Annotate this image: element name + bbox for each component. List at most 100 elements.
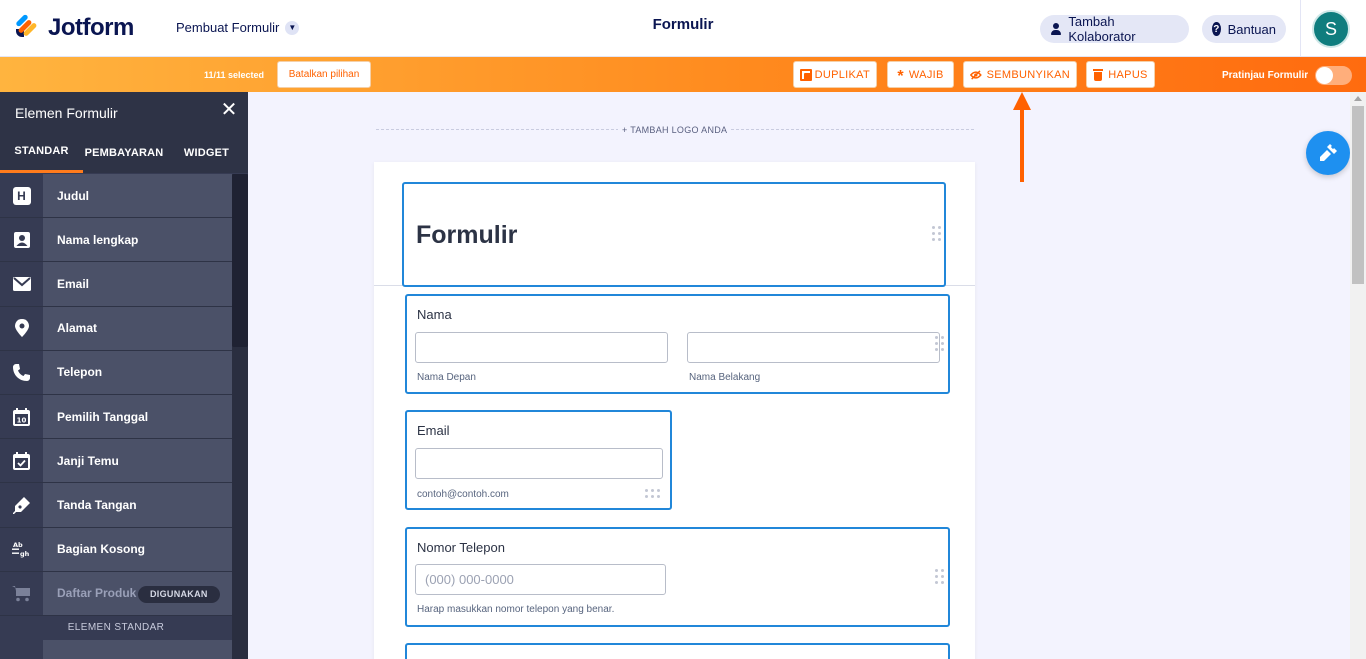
scroll-up-icon[interactable]: [1354, 96, 1362, 101]
last-name-input[interactable]: [687, 332, 940, 363]
phone-field[interactable]: Nomor Telepon (000) 000-0000 Harap masuk…: [405, 527, 950, 627]
email-field[interactable]: Email contoh@contoh.com: [405, 410, 672, 510]
eye-slash-icon: [970, 69, 982, 80]
sidebar-section-label: ELEMEN STANDAR: [0, 615, 232, 640]
calendar-check-icon: [0, 439, 43, 483]
person-icon: [1050, 23, 1062, 35]
sidebar-item-tanda-tangan[interactable]: Tanda Tangan: [0, 483, 232, 528]
phone-field-label: Nomor Telepon: [417, 540, 505, 555]
location-pin-icon: [0, 306, 43, 350]
sidebar-item-label: Email: [57, 276, 90, 291]
selection-toolbar: 11/11 selected Batalkan pilihan DUPLIKAT…: [0, 57, 1366, 92]
sidebar-title: Elemen Formulir: [15, 105, 118, 121]
phone-icon: [0, 350, 43, 394]
help-button[interactable]: ? Bantuan: [1202, 15, 1286, 43]
help-icon: ?: [1212, 22, 1221, 36]
heading-field[interactable]: Formulir: [402, 182, 946, 287]
sidebar-item-label: Nama lengkap: [57, 232, 139, 247]
chevron-down-icon: ▼: [285, 20, 300, 35]
hide-button[interactable]: SEMBUNYIKAN: [963, 61, 1077, 88]
heading-icon: H: [0, 174, 43, 218]
tab-widget[interactable]: WIDGET: [165, 132, 248, 173]
sidebar-tabs: STANDAR PEMBAYARAN WIDGET: [0, 132, 248, 173]
sidebar-item-nama-lengkap[interactable]: Nama lengkap: [0, 218, 232, 263]
trash-icon: [1093, 68, 1104, 81]
sidebar-item-label: Tanda Tangan: [57, 497, 137, 512]
sidebar-item-label: Telepon: [57, 365, 103, 380]
drag-handle-icon[interactable]: [935, 569, 945, 584]
svg-text:Ab: Ab: [13, 541, 23, 549]
sidebar-header: Elemen Formulir ✕: [0, 92, 248, 132]
preview-toggle[interactable]: [1315, 66, 1352, 85]
sidebar-item-pemilih-tanggal[interactable]: 10 Pemilih Tanggal: [0, 394, 232, 440]
in-use-badge: DIGUNAKAN: [138, 585, 220, 603]
last-name-sublabel: Nama Belakang: [689, 372, 761, 383]
sidebar-item-label: Alamat: [57, 321, 98, 336]
phone-input[interactable]: (000) 000-0000: [415, 564, 666, 595]
email-input[interactable]: [415, 448, 663, 479]
help-label: Bantuan: [1227, 21, 1276, 37]
envelope-icon: [0, 262, 43, 306]
drag-handle-icon[interactable]: [935, 336, 945, 351]
sidebar-scrollbar-thumb[interactable]: [232, 174, 248, 347]
contact-card-icon: [0, 218, 43, 262]
svg-text:10: 10: [17, 416, 27, 424]
jotform-logo-icon: [14, 13, 40, 41]
tab-standar[interactable]: STANDAR: [0, 132, 83, 173]
sidebar-item-partial[interactable]: [0, 639, 232, 659]
phone-sublabel: Harap masukkan nomor telepon yang benar.: [417, 604, 615, 615]
sidebar-item-label: Bagian Kosong: [57, 542, 146, 557]
sidebar-item-telepon[interactable]: Telepon: [0, 350, 232, 395]
blank-text-icon: Ab gh: [0, 527, 43, 571]
sidebar-item-daftar-produk[interactable]: Daftar Produk DIGUNAKAN: [0, 571, 232, 616]
paint-roller-icon: [1320, 144, 1337, 161]
required-label: WAJIB: [908, 68, 944, 81]
name-field[interactable]: Nama Nama Depan Nama Belakang: [405, 294, 950, 394]
next-item-icon: [0, 639, 43, 659]
duplicate-label: DUPLIKAT: [814, 68, 870, 81]
add-collaborator-button[interactable]: Tambah Kolaborator: [1040, 14, 1189, 44]
form-elements-sidebar: Elemen Formulir ✕ STANDAR PEMBAYARAN WID…: [0, 92, 248, 659]
form-heading[interactable]: Formulir: [416, 221, 517, 250]
preview-label: Pratinjau Formulir: [1222, 70, 1309, 81]
required-button[interactable]: * WAJIB: [887, 61, 954, 88]
drag-handle-icon[interactable]: [645, 489, 661, 499]
drag-handle-icon[interactable]: [932, 226, 942, 241]
hide-label: SEMBUNYIKAN: [986, 68, 1070, 81]
cancel-selection-button[interactable]: Batalkan pilihan: [277, 61, 371, 88]
asterisk-icon: *: [897, 68, 904, 85]
pen-icon: [0, 483, 43, 527]
logo-text: Jotform: [48, 14, 134, 41]
copy-icon: [800, 69, 812, 81]
sidebar-item-alamat[interactable]: Alamat: [0, 306, 232, 351]
builder-selector[interactable]: Pembuat Formulir ▼: [176, 20, 300, 35]
page-scrollbar-thumb[interactable]: [1352, 106, 1364, 284]
add-logo-link[interactable]: + TAMBAH LOGO ANDA: [618, 125, 732, 135]
calendar-icon: 10: [0, 394, 43, 439]
sidebar-item-janji-temu[interactable]: Janji Temu: [0, 439, 232, 484]
email-field-label: Email: [417, 423, 450, 438]
delete-label: HAPUS: [1108, 68, 1148, 81]
tab-pembayaran[interactable]: PEMBAYARAN: [83, 132, 165, 173]
email-sublabel: contoh@contoh.com: [417, 489, 509, 500]
jotform-logo[interactable]: Jotform: [14, 13, 134, 42]
first-name-sublabel: Nama Depan: [417, 372, 476, 383]
sidebar-item-judul[interactable]: H Judul: [0, 174, 232, 219]
cart-icon: [0, 571, 43, 615]
sidebar-item-label: Daftar Produk: [57, 586, 137, 601]
next-field[interactable]: [405, 643, 950, 659]
duplicate-button[interactable]: DUPLIKAT: [793, 61, 877, 88]
header-divider: [1300, 0, 1301, 57]
close-icon[interactable]: ✕: [220, 100, 238, 120]
delete-button[interactable]: HAPUS: [1086, 61, 1155, 88]
form-designer-button[interactable]: [1306, 131, 1350, 175]
svg-text:gh: gh: [20, 550, 30, 558]
add-collaborator-label: Tambah Kolaborator: [1068, 14, 1136, 44]
sidebar-item-bagian-kosong[interactable]: Ab gh Bagian Kosong: [0, 527, 232, 572]
sidebar-item-label: Judul: [57, 188, 89, 203]
avatar[interactable]: S: [1312, 10, 1350, 48]
first-name-input[interactable]: [415, 332, 668, 363]
sidebar-item-email[interactable]: Email: [0, 262, 232, 307]
page-scrollbar[interactable]: [1350, 92, 1366, 659]
top-header: Jotform Pembuat Formulir ▼ Formulir Tamb…: [0, 0, 1366, 57]
